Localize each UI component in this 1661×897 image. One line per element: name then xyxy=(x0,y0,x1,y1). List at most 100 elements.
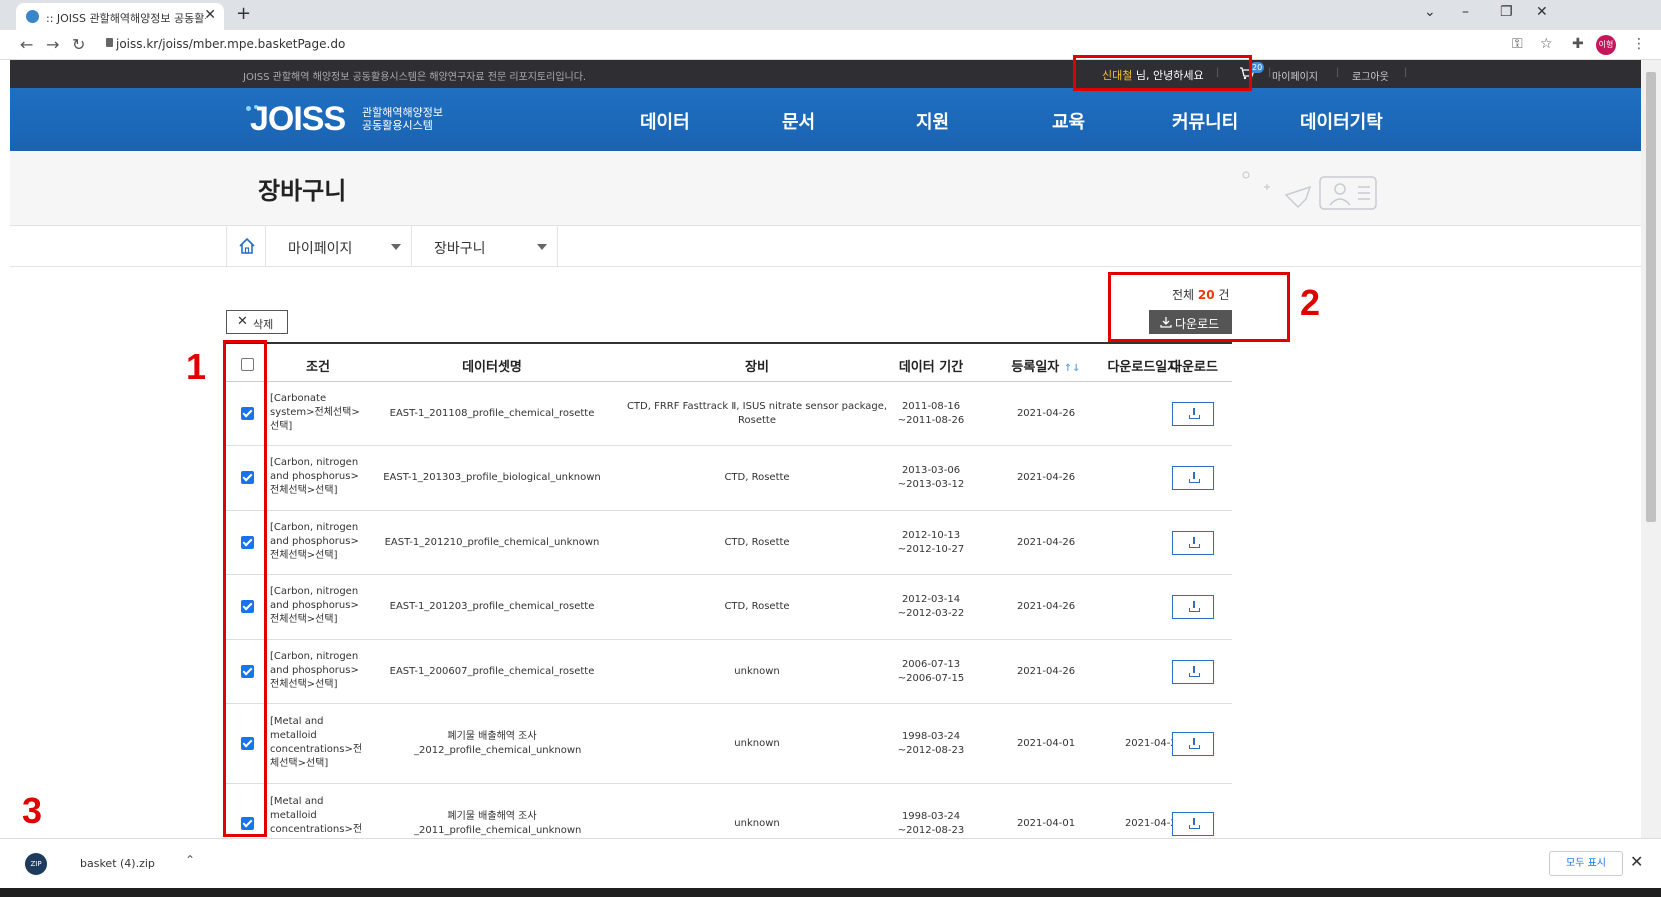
row-condition: [Carbon, nitrogen and phosphorus>전체선택>선택… xyxy=(270,457,359,496)
row-download-button[interactable] xyxy=(1172,402,1214,426)
period-start: 1998-03-24 xyxy=(901,731,961,742)
key-icon[interactable]: ⚿ xyxy=(1512,36,1523,52)
address-bar: ← → ↻ joiss.kr/joiss/mber.mpe.basketPage… xyxy=(0,30,1661,60)
period-start: 2012-03-14 xyxy=(901,594,961,605)
annotation-number-3: 3 xyxy=(22,790,43,831)
breadcrumb: 마이페이지 장바구니 xyxy=(10,226,1641,267)
menu-support[interactable]: 지원 xyxy=(916,108,949,134)
row-condition: [Carbon, nitrogen and phosphorus>전체선택>선택… xyxy=(270,522,359,561)
taskbar xyxy=(0,888,1661,897)
tab-close-icon[interactable]: ✕ xyxy=(204,7,216,23)
site-header: JOISS 관할해역해양정보 공동활용시스템 데이터 문서 지원 교육 커뮤니티… xyxy=(10,88,1641,151)
row-download-button[interactable] xyxy=(1172,466,1214,490)
chevron-up-icon[interactable]: ⌃ xyxy=(185,853,195,867)
row-download-button[interactable] xyxy=(1172,595,1214,619)
menu-data[interactable]: 데이터 xyxy=(640,108,690,134)
row-period: 1998-03-24 ~2012-08-23 xyxy=(866,810,996,838)
period-end: ~2012-08-23 xyxy=(897,745,965,756)
row-dataset: EAST-1_201203_profile_chemical_rosette xyxy=(389,601,595,612)
header-dataset: 데이터셋명 xyxy=(462,360,522,375)
annotation-box-download xyxy=(1108,272,1290,342)
decoration-illustration-icon xyxy=(1242,171,1377,210)
annotation-number-2: 2 xyxy=(1300,282,1321,323)
close-icon: ✕ xyxy=(237,314,248,329)
url-field[interactable]: joiss.kr/joiss/mber.mpe.basketPage.do xyxy=(116,37,345,51)
mypage-link[interactable]: 마이페이지 xyxy=(1272,68,1318,83)
table-row: [Metal and metalloid concentrations>전 폐기… xyxy=(226,784,1232,838)
header-equipment: 장비 xyxy=(745,360,769,375)
row-period: 2012-03-14 ~2012-03-22 xyxy=(866,593,996,621)
forward-icon[interactable]: → xyxy=(46,35,59,54)
table-row: [Metal and metalloid concentrations>전체선택… xyxy=(226,704,1232,784)
new-tab-button[interactable]: + xyxy=(236,3,251,24)
annotation-box-checkboxes xyxy=(223,340,267,837)
row-dataset: 폐기물 배출해역 조사 _2011_profile_chemical_unkno… xyxy=(414,811,582,836)
row-download-button[interactable] xyxy=(1172,660,1214,684)
logo-subtitle-line: 공동활용시스템 xyxy=(362,119,433,132)
period-end: ~2006-07-15 xyxy=(897,673,965,684)
breadcrumb-label: 장바구니 xyxy=(434,241,486,257)
browser-menu-icon[interactable]: ⋮ xyxy=(1632,36,1646,52)
row-condition: [Carbon, nitrogen and phosphorus>전체선택>선택… xyxy=(270,586,359,625)
browser-tab-bar: :: JOISS 관할해역해양정보 공동활용 ✕ + ⌄ – ❐ ✕ xyxy=(0,0,1661,30)
window-close-icon[interactable]: ✕ xyxy=(1536,4,1548,20)
site-logo[interactable]: JOISS xyxy=(250,100,346,139)
extensions-icon[interactable]: ✚ xyxy=(1572,36,1584,52)
header-condition: 조건 xyxy=(306,360,330,375)
home-icon xyxy=(239,237,255,254)
restore-icon[interactable]: ❐ xyxy=(1500,4,1513,20)
row-equipment: unknown xyxy=(734,666,780,677)
zip-file-icon: ZIP xyxy=(25,853,47,875)
menu-documents[interactable]: 문서 xyxy=(782,108,815,134)
breadcrumb-basket-dropdown[interactable]: 장바구니 xyxy=(412,226,558,266)
close-shelf-icon[interactable]: ✕ xyxy=(1630,852,1643,871)
row-dataset: EAST-1_201108_profile_chemical_rosette xyxy=(389,408,595,419)
show-all-button[interactable]: 모두 표시 xyxy=(1549,851,1623,876)
row-dataset: 폐기물 배출해역 조사 _2012_profile_chemical_unkno… xyxy=(414,731,582,756)
minimize-icon[interactable]: – xyxy=(1462,4,1469,20)
downloaded-file-name[interactable]: basket (4).zip xyxy=(80,857,155,870)
sort-icon: ↑↓ xyxy=(1063,363,1081,374)
row-reg-date: 2021-04-26 xyxy=(1016,408,1076,419)
star-icon[interactable]: ☆ xyxy=(1540,36,1553,52)
menu-community[interactable]: 커뮤니티 xyxy=(1172,108,1238,134)
row-equipment: CTD, Rosette xyxy=(724,472,790,483)
scrollbar-thumb[interactable] xyxy=(1646,72,1656,522)
profile-avatar[interactable]: 이형 xyxy=(1596,35,1616,55)
row-dataset: EAST-1_201210_profile_chemical_unknown xyxy=(384,537,600,548)
menu-data-deposit[interactable]: 데이터기탁 xyxy=(1300,108,1383,134)
back-icon[interactable]: ← xyxy=(20,35,33,54)
logout-link[interactable]: 로그아웃 xyxy=(1352,68,1389,83)
browser-tab[interactable]: :: JOISS 관할해역해양정보 공동활용 ✕ xyxy=(16,3,224,30)
delete-button[interactable]: ✕ 삭제 xyxy=(226,310,288,334)
row-download-button[interactable] xyxy=(1172,812,1214,836)
divider: | xyxy=(1268,67,1272,78)
annotation-number-1: 1 xyxy=(186,346,207,387)
row-period: 2012-10-13 ~2012-10-27 xyxy=(866,529,996,557)
table-row: [Carbon, nitrogen and phosphorus>전체선택>선택… xyxy=(226,640,1232,704)
home-button[interactable] xyxy=(226,226,266,266)
page-title-band: 장바구니 xyxy=(10,151,1641,226)
logo-subtitle: 관할해역해양정보 공동활용시스템 xyxy=(362,106,443,132)
period-start: 2012-10-13 xyxy=(901,530,961,541)
header-download: 다운로드 xyxy=(1170,360,1218,375)
menu-education[interactable]: 교육 xyxy=(1052,108,1085,134)
divider: | xyxy=(1404,67,1408,78)
period-start: 2011-08-16 xyxy=(901,401,961,412)
vertical-scrollbar[interactable] xyxy=(1641,60,1661,838)
tab-search-icon[interactable]: ⌄ xyxy=(1424,4,1436,20)
breadcrumb-mypage-dropdown[interactable]: 마이페이지 xyxy=(266,226,412,266)
site-top-strip: JOISS 관할해역 해양정보 공동활용시스템은 해양연구자료 전문 리포지토리… xyxy=(10,60,1641,88)
row-dataset: EAST-1_201303_profile_biological_unknown xyxy=(383,472,601,483)
header-period: 데이터 기간 xyxy=(898,360,964,375)
reload-icon[interactable]: ↻ xyxy=(72,35,85,54)
site-notice: JOISS 관할해역 해양정보 공동활용시스템은 해양연구자료 전문 리포지토리… xyxy=(243,72,587,83)
row-period: 1998-03-24 ~2012-08-23 xyxy=(866,730,996,758)
row-download-button[interactable] xyxy=(1172,531,1214,555)
period-start: 2006-07-13 xyxy=(901,659,961,670)
period-end: ~2012-03-22 xyxy=(897,608,965,619)
row-download-button[interactable] xyxy=(1172,732,1214,756)
period-end: ~2013-03-12 xyxy=(897,479,965,490)
period-start: 2013-03-06 xyxy=(901,465,961,476)
row-equipment: CTD, Rosette xyxy=(724,601,790,612)
